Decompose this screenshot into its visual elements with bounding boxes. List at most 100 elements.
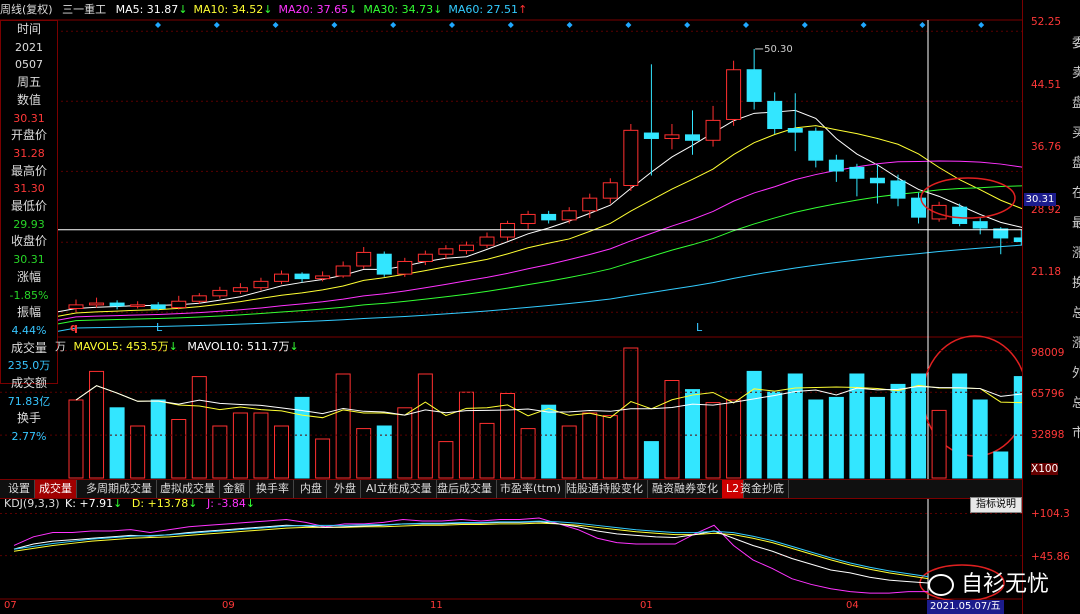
weekday-value: 周五 [16, 75, 41, 90]
tab-4[interactable]: 金额 [219, 480, 250, 498]
side-panel-label: 盘 [1072, 96, 1080, 111]
tab-11[interactable]: 陆股通持股变化 [562, 480, 648, 498]
volume-bar [171, 419, 187, 479]
candle-body [376, 253, 392, 275]
candle-body [952, 206, 968, 224]
volume-bar [130, 425, 146, 479]
tab-7[interactable]: 外盘 [330, 480, 361, 498]
price-axis-label: 44.51 [1031, 79, 1062, 91]
tab-5[interactable]: 换手率 [252, 480, 294, 498]
signal-diamond-icon [978, 22, 985, 28]
date-label: 07 [4, 600, 17, 611]
tab-12[interactable]: 融资融券变化 [648, 480, 723, 498]
high-value: 31.30 [13, 182, 45, 196]
tab-10[interactable]: 市盈率(ttm) [496, 480, 566, 498]
tab-2[interactable]: 多周期成交量 [82, 480, 157, 498]
volume-bar [746, 370, 762, 479]
candle-body [726, 69, 742, 120]
ma5-line [55, 109, 1022, 313]
candle-body [602, 182, 618, 199]
kdj-j: J: -3.84 [206, 497, 246, 510]
weibo-logo-icon [928, 574, 954, 596]
tab-8[interactable]: AI立桩成交量 [362, 480, 437, 498]
candle-body [1013, 237, 1022, 243]
close-label: 收盘价 [10, 234, 47, 249]
volume-bar [68, 399, 84, 479]
side-panel-label: 买 [1072, 126, 1080, 141]
side-panel-label: 市 [1072, 426, 1080, 441]
indicator-help-button[interactable]: 指标说明 [970, 497, 1022, 513]
turnover-label: 成交额 [10, 376, 47, 391]
volume-legend: 万 MAVOL5: 453.5万↓ MAVOL10: 511.7万↓ [55, 338, 299, 354]
volume-bar [828, 396, 844, 479]
volume-bar [397, 407, 413, 479]
candle-body [294, 273, 310, 280]
candle-body [685, 134, 700, 141]
exchange-label: 换手 [16, 411, 41, 426]
candle-body [911, 197, 927, 218]
exchange-value: 2.77% [11, 430, 47, 444]
volume-bar [315, 438, 331, 479]
volume-value: 235.0万 [7, 359, 51, 373]
candle-body [541, 213, 557, 221]
turnover-value: 71.83亿 [7, 394, 51, 408]
volume-bar [972, 399, 988, 479]
kdj-extra-line [13, 520, 929, 578]
info-panel: 时间 2021 0507 周五 数值 30.31 开盘价 31.28 最高价 3… [0, 20, 58, 443]
candle-body [849, 166, 865, 179]
tab-9[interactable]: 盘后成交量 [433, 480, 497, 498]
volume-bar [623, 347, 639, 479]
volume-bar [376, 425, 392, 479]
candle-body [664, 134, 680, 139]
candle-body [787, 128, 803, 133]
candle-body [623, 129, 639, 186]
kdj-d-dir: ↓ [188, 497, 198, 510]
side-panel-label: 委 [1072, 36, 1080, 51]
tab-14[interactable]: 资金抄底 [736, 480, 789, 498]
volume-bar [561, 425, 577, 479]
candle-body [274, 273, 289, 282]
volume-bar [993, 451, 1009, 479]
candle-body [500, 222, 516, 238]
open-label: 开盘价 [10, 128, 47, 143]
candle-body [397, 260, 413, 275]
tab-0[interactable]: 设置 [4, 480, 35, 498]
side-panel: 委卖盘买盘在最涨换总涨外总市 [1060, 0, 1080, 614]
signal-diamond-icon [566, 22, 573, 28]
side-panel-label: 涨 [1072, 336, 1080, 351]
close-value: 30.31 [13, 253, 45, 267]
volume-bar [232, 412, 248, 479]
candle-body [520, 213, 536, 224]
candle-body [150, 304, 166, 309]
indicator-tabs: 设置 成交量 多周期成交量 虚拟成交量 金额 换手率 内盘 外盘 AI立桩成交量 盘后成交量 市盈率… [0, 479, 1022, 499]
volume-bar [520, 428, 536, 479]
mavol5-label: MAVOL5: 453.5万 [73, 340, 169, 353]
candle-body [356, 251, 372, 267]
ma60-line [55, 244, 1022, 333]
marker-l: L [696, 321, 703, 334]
signal-diamond-icon [801, 22, 808, 28]
tab-6[interactable]: 内盘 [296, 480, 327, 498]
signal-diamond-icon [213, 22, 220, 28]
candle-body [479, 236, 495, 246]
volume-bar [335, 373, 351, 479]
volume-bar [890, 383, 906, 479]
candle-body [438, 248, 454, 255]
tab-1[interactable]: 成交量 [35, 480, 77, 498]
chart-canvas[interactable]: 50.30 q L L [0, 0, 1022, 600]
kdj-title: KDJ(9,3,3) [4, 497, 60, 510]
signal-diamond-icon [743, 22, 749, 28]
volume-bar [643, 441, 659, 479]
volume-unit: 万 [55, 340, 66, 353]
volume-bar [479, 422, 495, 479]
year-value: 2021 [15, 40, 43, 54]
candle-body [746, 69, 762, 102]
change-value: -1.85% [9, 288, 49, 302]
candle-body [705, 119, 721, 141]
tab-3[interactable]: 虚拟成交量 [156, 480, 220, 498]
candle-body [109, 302, 125, 307]
candle-body [458, 244, 474, 252]
candle-body [869, 177, 885, 184]
candle-body [767, 100, 783, 130]
signal-diamond-icon [625, 22, 632, 28]
